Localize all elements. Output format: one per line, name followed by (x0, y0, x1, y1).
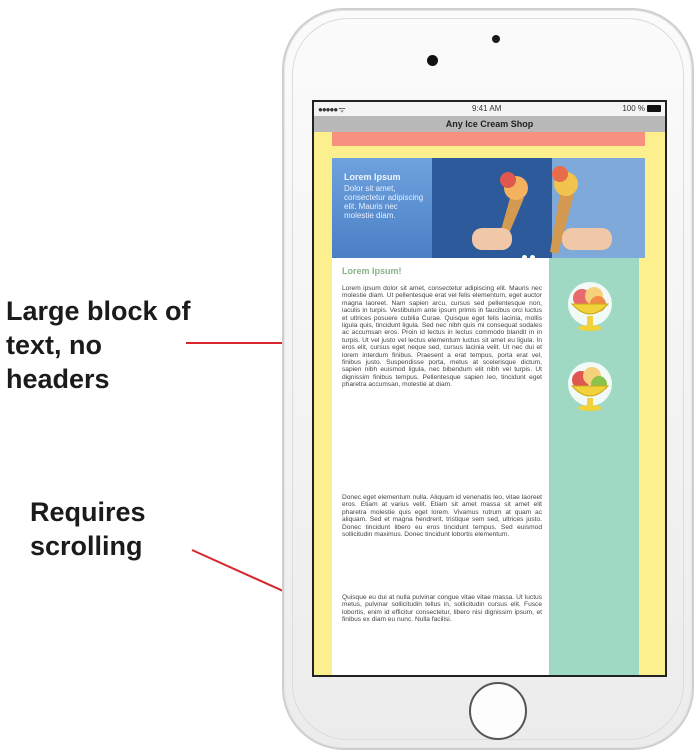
status-time: 9:41 AM (472, 104, 502, 113)
top-banner (332, 132, 645, 146)
ice-cream-sundae-icon (568, 362, 612, 411)
battery-percent: 100 % (622, 104, 645, 113)
battery-icon (647, 105, 661, 112)
proximity-sensor (492, 35, 500, 43)
content-paragraph: Lorem ipsum dolor sit amet, consectetur … (342, 285, 542, 389)
content-paragraph: Quisque eu dui at nulla pulvinar congue … (342, 594, 542, 624)
front-camera (427, 55, 438, 66)
app-title-bar: Any Ice Cream Shop (314, 116, 665, 132)
signal-icon: ●●●●● ᯤ (318, 105, 346, 114)
ice-cream-cones-photo (432, 158, 645, 258)
ice-cream-sundae-icon (568, 282, 612, 331)
hero-title: Lorem Ipsum (344, 172, 401, 182)
phone-screen[interactable]: ●●●●● ᯤ 9:41 AM 100 % Any Ice Cream Shop… (312, 100, 667, 677)
phone-frame: ●●●●● ᯤ 9:41 AM 100 % Any Ice Cream Shop… (282, 8, 694, 750)
website-page[interactable]: Lorem Ipsum Dolor sit amet, consectetur … (314, 132, 665, 675)
home-button[interactable] (469, 682, 527, 740)
hero-caption-panel: Lorem Ipsum Dolor sit amet, consectetur … (332, 158, 432, 258)
content-paragraph: Donec eget elementum nulla. Aliquam id v… (342, 494, 542, 539)
content-heading: Lorem Ipsum! (342, 266, 402, 276)
status-bar: ●●●●● ᯤ 9:41 AM 100 % (314, 102, 665, 116)
hero-carousel[interactable]: Lorem Ipsum Dolor sit amet, consectetur … (332, 158, 645, 260)
main-content[interactable]: Lorem Ipsum! Lorem ipsum dolor sit amet,… (332, 258, 549, 675)
hero-text: Dolor sit amet, consectetur adipiscing e… (344, 184, 424, 220)
sidebar (549, 258, 639, 675)
